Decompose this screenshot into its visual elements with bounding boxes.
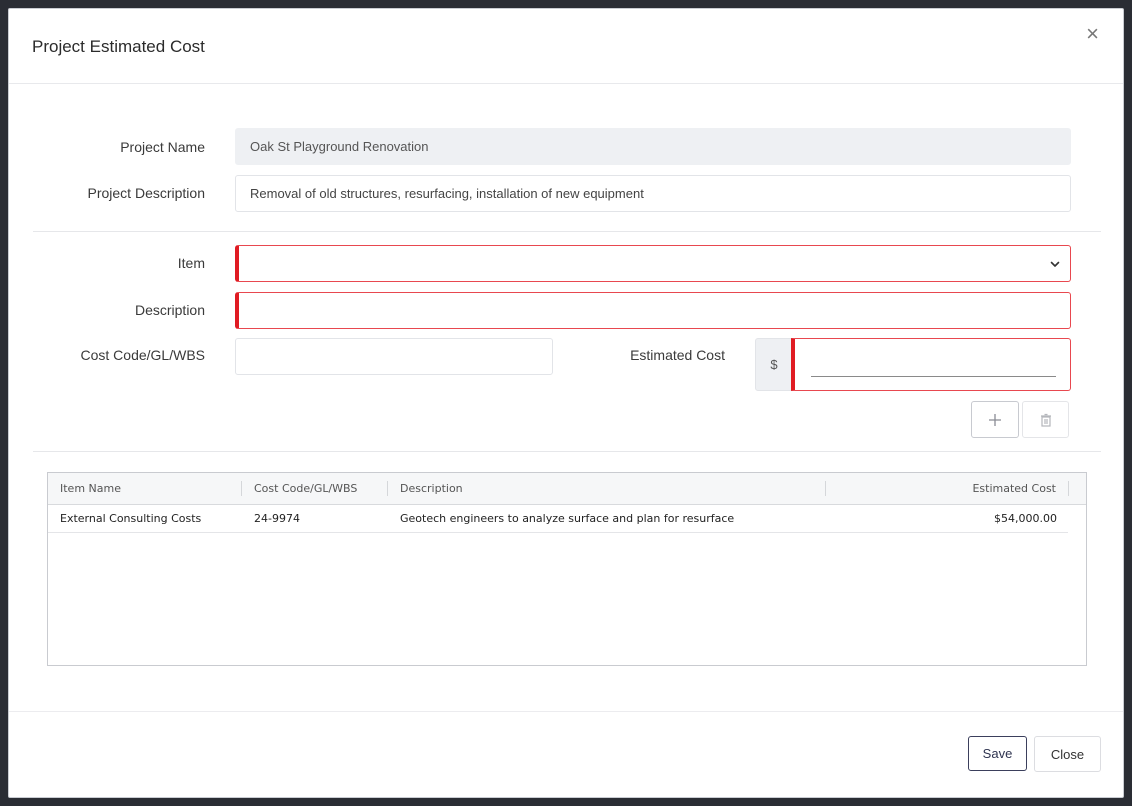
column-header-estimated-cost[interactable]: Estimated Cost	[972, 482, 1056, 495]
cell-description: Geotech engineers to analyze surface and…	[400, 512, 735, 525]
column-separator[interactable]	[241, 481, 242, 496]
project-description-label: Project Description	[87, 185, 206, 201]
project-name-field: Oak St Playground Renovation	[235, 128, 1071, 165]
delete-item-button[interactable]	[1022, 401, 1069, 438]
column-header-item-name[interactable]: Item Name	[60, 482, 121, 495]
column-header-description[interactable]: Description	[400, 482, 463, 495]
input-underline	[811, 376, 1056, 377]
item-label: Item	[177, 255, 205, 271]
dialog-header: Project Estimated Cost ×	[9, 9, 1123, 84]
save-button[interactable]: Save	[968, 736, 1027, 771]
chevron-down-icon	[1050, 261, 1060, 267]
section-divider-2	[33, 451, 1101, 452]
project-description-value: Removal of old structures, resurfacing, …	[250, 186, 644, 201]
section-divider	[33, 231, 1101, 232]
cell-estimated-cost: $54,000.00	[994, 512, 1057, 525]
cell-item-name: External Consulting Costs	[60, 512, 202, 525]
cost-code-label: Cost Code/GL/WBS	[80, 347, 206, 363]
estimated-cost-input[interactable]	[791, 338, 1071, 391]
cost-code-input[interactable]	[235, 338, 553, 375]
footer-divider	[9, 711, 1123, 712]
close-icon[interactable]: ×	[1086, 23, 1099, 45]
column-header-cost-code[interactable]: Cost Code/GL/WBS	[254, 482, 357, 495]
project-description-field[interactable]: Removal of old structures, resurfacing, …	[235, 175, 1071, 212]
column-separator[interactable]	[1068, 481, 1069, 496]
project-name-label: Project Name	[120, 139, 205, 155]
currency-addon: $	[755, 338, 793, 391]
column-separator[interactable]	[387, 481, 388, 496]
estimated-cost-grid: Item Name Cost Code/GL/WBS Description E…	[47, 472, 1087, 666]
grid-header: Item Name Cost Code/GL/WBS Description E…	[48, 473, 1086, 505]
project-estimated-cost-dialog: Project Estimated Cost × Project Name Oa…	[8, 8, 1124, 798]
estimated-cost-label: Estimated Cost	[630, 347, 725, 363]
dialog-title: Project Estimated Cost	[32, 37, 205, 56]
project-name-value: Oak St Playground Renovation	[250, 139, 429, 154]
description-label: Description	[134, 302, 205, 318]
description-input[interactable]	[235, 292, 1071, 329]
currency-symbol: $	[770, 357, 778, 372]
column-separator[interactable]	[825, 481, 826, 496]
add-item-button[interactable]	[971, 401, 1019, 438]
close-button[interactable]: Close	[1034, 736, 1101, 772]
table-row[interactable]: External Consulting Costs 24-9974 Geotec…	[48, 504, 1068, 533]
plus-icon	[989, 413, 1001, 426]
trash-icon	[1040, 413, 1051, 427]
item-select[interactable]	[235, 245, 1071, 282]
cell-cost-code: 24-9974	[254, 512, 300, 525]
